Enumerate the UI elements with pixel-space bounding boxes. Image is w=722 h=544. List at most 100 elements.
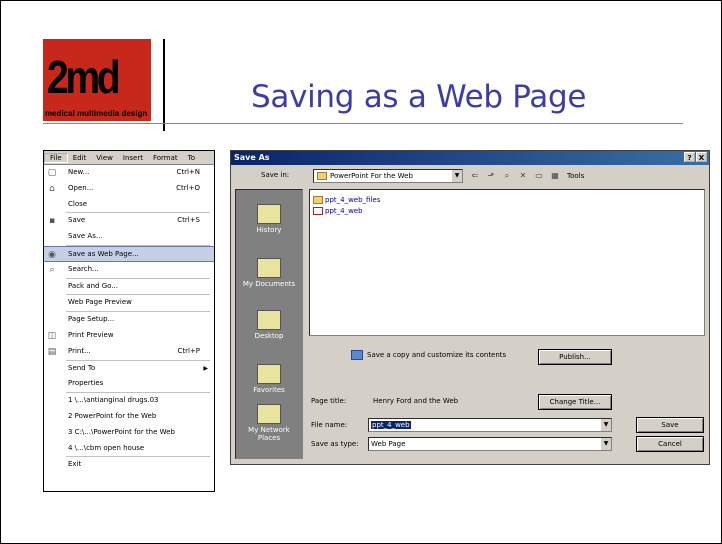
file-list: ppt_4_web_files ppt_4_web [309,189,705,336]
menu-insert[interactable]: Insert [118,154,148,162]
list-item[interactable]: ppt_4_web_files [313,196,380,204]
folder-icon [317,172,327,180]
menu-item[interactable]: ⌕ Search... [44,262,214,278]
history-icon [257,204,281,224]
save-as-dialog: Save As ? X Save in: PowerPoint For the … [230,150,710,465]
menu-item[interactable]: Exit [44,457,214,473]
publish-button[interactable]: Publish... [538,349,612,365]
close-button[interactable]: X [696,152,707,162]
dialog-titlebar: Save As ? X [231,151,709,165]
menu-item[interactable]: ▤ Print... Ctrl+P [44,344,214,360]
menu-item[interactable]: Pack and Go... [44,279,214,295]
page-title-value: Henry Ford and the Web [373,397,459,405]
menu-item[interactable]: Page Setup... [44,312,214,328]
change-title-button[interactable]: Change Title... [538,394,612,410]
desktop-icon [257,310,281,330]
menu-bar: File Edit View Insert Format To [44,151,214,165]
menu-format[interactable]: Format [148,154,183,162]
web-save-icon: ◉ [48,249,56,260]
menu-item[interactable]: ▪ Save Ctrl+S [44,213,214,229]
menu-item[interactable]: ⌂ Open... Ctrl+O [44,181,214,197]
menu-item-label: Print... [68,346,91,355]
menu-items: ▢ New... Ctrl+N ⌂ Open... Ctrl+O Close ▪ Save Ctr… [44,165,214,473]
copy-text: Save a copy and customize its contents [367,351,507,359]
new-folder-icon[interactable]: ▭ [533,170,545,182]
file-name-value: ppt_4_web [371,421,411,429]
place-favorites-label: Favorites [253,386,285,394]
views-icon[interactable]: ▦ [549,170,561,182]
printer-icon: ▤ [47,346,57,357]
place-history-label: History [256,226,282,234]
menu-item-label: 3 C:\...\PowerPoint for the Web [68,427,175,436]
search-icon: ⌕ [49,264,55,275]
menu-item-label: Properties [68,379,104,388]
file-name-field[interactable]: ppt_4_web ▼ [368,418,612,432]
web-copy-icon [351,350,363,360]
network-icon [257,404,281,424]
menu-item-label: Save As... [68,232,103,241]
menu-item-label: Print Preview [68,330,114,339]
place-my-documents[interactable]: My Documents [236,258,302,288]
title-underline [43,123,683,124]
chevron-down-icon[interactable]: ▼ [600,419,611,431]
menu-item-shortcut: Ctrl+S [177,216,200,225]
places-bar: History My Documents Desktop Favorites M… [235,189,303,459]
help-button[interactable]: ? [684,152,695,162]
up-folder-icon[interactable]: ⬏ [485,170,497,182]
save-in-combo[interactable]: PowerPoint For the Web ▼ [313,169,463,183]
place-my-network-label: My Network Places [248,426,290,442]
cancel-button[interactable]: Cancel [636,436,704,452]
menu-item[interactable]: ◫ Print Preview [44,328,214,344]
menu-item[interactable]: ◉ Save as Web Page... [44,245,214,262]
logo-divider [163,39,165,131]
delete-icon[interactable]: ✕ [517,170,529,182]
back-icon[interactable]: ⇐ [469,170,481,182]
menu-file[interactable]: File [44,152,68,163]
chevron-down-icon[interactable]: ▼ [600,438,611,450]
menu-item[interactable]: Send To ▶ [44,361,214,377]
folder-icon [313,196,323,204]
save-type-label: Save as type: [311,440,359,448]
save-button[interactable]: Save [636,417,704,433]
menu-view[interactable]: View [91,154,118,162]
floppy-disk-icon: ▪ [48,216,56,227]
place-desktop[interactable]: Desktop [236,310,302,340]
open-folder-icon: ⌂ [49,183,55,194]
menu-item-label: Web Page Preview [68,298,132,307]
menu-item[interactable]: 2 PowerPoint for the Web [44,409,214,425]
menu-item[interactable]: 1 \...\antianginal drugs.03 [44,393,214,409]
save-type-select[interactable]: Web Page ▼ [368,437,612,451]
menu-item[interactable]: Properties [44,376,214,392]
submenu-arrow-icon: ▶ [203,364,208,372]
chevron-down-icon[interactable]: ▼ [451,170,462,182]
save-type-value: Web Page [371,440,406,448]
menu-item-label: New... [68,168,90,176]
dialog-title: Save As [234,153,270,162]
favorites-icon [257,364,281,384]
tools-menu[interactable]: Tools [565,172,584,180]
copy-option: Save a copy and customize its contents [351,350,506,360]
search-web-icon[interactable]: ⌕ [501,170,513,182]
logo-subtext: medical multimedia design [45,109,148,118]
menu-tools[interactable]: To [183,154,200,162]
file-menu: File Edit View Insert Format To ▢ New... C… [43,150,215,492]
menu-edit[interactable]: Edit [68,154,92,162]
menu-item[interactable]: 3 C:\...\PowerPoint for the Web [44,425,214,441]
menu-item[interactable]: 4 \...\cbm open house [44,441,214,457]
menu-item[interactable]: Web Page Preview [44,295,214,311]
place-favorites[interactable]: Favorites [236,364,302,394]
menu-item-label: 4 \...\cbm open house [68,443,145,452]
menu-item[interactable]: Close [44,197,214,213]
list-item[interactable]: ppt_4_web [313,207,363,215]
menu-item[interactable]: Save As... [44,229,214,245]
place-history[interactable]: History [236,204,302,234]
menu-item[interactable]: ▢ New... Ctrl+N [44,165,214,181]
menu-item-shortcut: Ctrl+O [176,183,200,192]
menu-item-label: 1 \...\antianginal drugs.03 [68,396,159,405]
file-name: ppt_4_web_files [325,196,381,204]
place-my-documents-label: My Documents [242,280,296,288]
place-my-network[interactable]: My Network Places [236,404,302,442]
menu-item-label: Search... [68,264,99,273]
menu-item-label: Pack and Go... [68,281,118,290]
dialog-toolbar: ⇐ ⬏ ⌕ ✕ ▭ ▦ Tools [469,169,585,183]
